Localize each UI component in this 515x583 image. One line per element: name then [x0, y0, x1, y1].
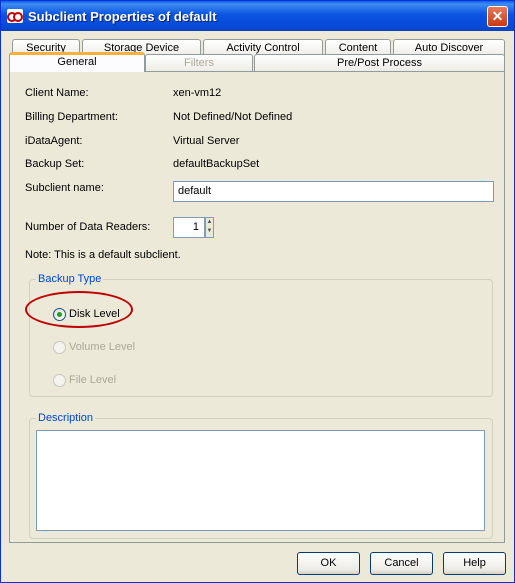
idataagent-label: iDataAgent:	[25, 135, 83, 147]
data-readers-input[interactable]: 1	[173, 217, 205, 238]
client-name-value: xen-vm12	[173, 87, 222, 99]
idataagent-value: Virtual Server	[173, 135, 240, 147]
data-readers-stepper[interactable]: ▲ ▼	[205, 217, 214, 238]
file-level-label[interactable]: File Level	[69, 374, 116, 386]
description-textarea[interactable]	[36, 430, 485, 531]
backup-set-value: defaultBackupSet	[173, 158, 260, 170]
volume-level-radio[interactable]	[53, 341, 66, 354]
description-title: Description	[36, 412, 96, 424]
backup-type-title: Backup Type	[36, 273, 104, 285]
default-subclient-note: Note: This is a default subclient.	[25, 249, 181, 261]
subclient-name-label: Subclient name:	[25, 182, 104, 194]
cancel-button[interactable]: Cancel	[370, 552, 433, 575]
backup-set-label: Backup Set:	[25, 158, 85, 170]
volume-level-label[interactable]: Volume Level	[69, 341, 135, 353]
help-button[interactable]: Help	[443, 552, 506, 575]
ok-button[interactable]: OK	[297, 552, 360, 575]
subclient-name-input[interactable]: default	[173, 181, 494, 202]
dialog-window: Subclient Properties of default ✕ Securi…	[0, 0, 515, 583]
stepper-up-icon[interactable]: ▲	[206, 218, 213, 227]
data-readers-label: Number of Data Readers:	[25, 221, 151, 233]
stepper-down-icon[interactable]: ▼	[206, 227, 213, 236]
highlight-circle	[25, 291, 133, 328]
billing-department-value: Not Defined/Not Defined	[173, 111, 293, 123]
client-name-label: Client Name:	[25, 87, 89, 99]
file-level-radio[interactable]	[53, 374, 66, 387]
billing-department-label: Billing Department:	[25, 111, 118, 123]
